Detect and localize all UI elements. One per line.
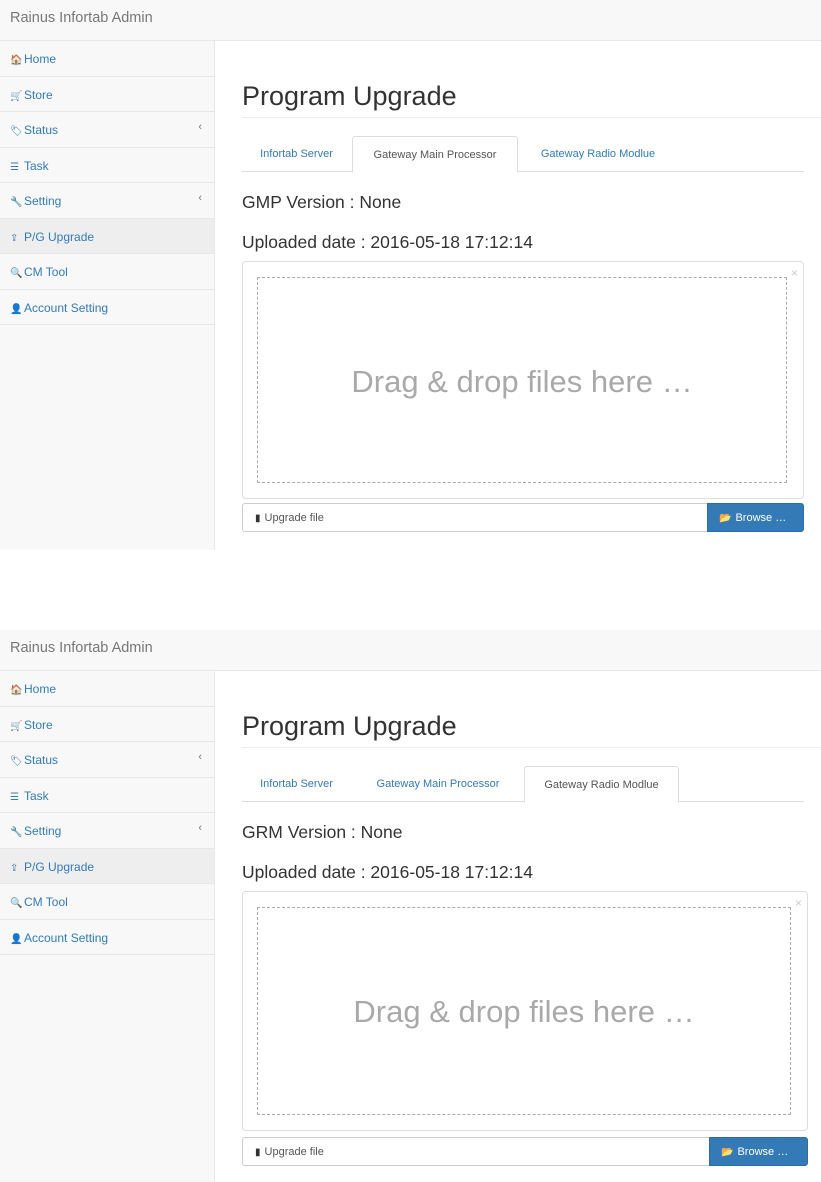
- file-drop-panel: Drag & drop files here … ×: [242, 891, 808, 1131]
- top-navbar: Rainus Infortab Admin: [0, 630, 821, 671]
- close-icon[interactable]: ×: [791, 266, 798, 280]
- wrench-icon: 🔧: [10, 197, 23, 208]
- sidebar-item-cm-tool[interactable]: 🔍 CM Tool: [0, 884, 214, 920]
- home-icon: 🏠: [10, 685, 23, 696]
- sidebar-item-label: Task: [24, 158, 49, 173]
- divider: [242, 117, 821, 118]
- folder-open-icon: 📂: [719, 513, 732, 524]
- brand-link[interactable]: Rainus Infortab Admin: [10, 640, 153, 656]
- tags-icon: 🏷: [10, 126, 23, 137]
- version-label: GRM Version : None: [242, 822, 403, 842]
- page-title: Program Upgrade: [242, 711, 457, 741]
- sidebar-item-label: Home: [24, 682, 57, 696]
- sidebar-item-pg-upgrade[interactable]: ⇪ P/G Upgrade: [0, 218, 214, 254]
- sidebar-item-label: Setting: [24, 194, 62, 208]
- sidebar-item-setting[interactable]: 🔧 Setting ‹: [0, 813, 214, 849]
- tags-icon: 🏷: [10, 756, 23, 767]
- drop-zone[interactable]: Drag & drop files here …: [257, 277, 787, 483]
- sidebar-item-store[interactable]: 🛒 Store: [0, 707, 214, 742]
- sidebar-item-label: Task: [24, 788, 49, 803]
- tab-gateway-radio-module[interactable]: Gateway Radio Modlue: [524, 766, 679, 803]
- cart-icon: 🛒: [10, 720, 23, 732]
- sidebar-item-task[interactable]: ☰ Task: [0, 148, 214, 183]
- chevron-left-icon: ‹: [198, 751, 202, 763]
- top-navbar: Rainus Infortab Admin: [0, 0, 821, 41]
- sidebar-item-home[interactable]: 🏠 Home: [0, 671, 214, 707]
- list-icon: ☰: [10, 161, 19, 173]
- file-icon: ▮: [255, 513, 261, 524]
- tab-infortab-server[interactable]: Infortab Server: [242, 136, 351, 172]
- divider: [242, 747, 821, 748]
- sidebar-item-label: Account Setting: [24, 930, 109, 945]
- upload-icon: ⇪: [10, 232, 19, 244]
- page-title: Program Upgrade: [242, 81, 457, 111]
- sidebar-item-store[interactable]: 🛒 Store: [0, 77, 214, 112]
- sidebar: 🏠 Home 🛒 Store 🏷Status ‹ ☰ Task 🔧 Setting ‹ ⇪ P…: [0, 41, 215, 550]
- sidebar-item-label: Account Setting: [24, 300, 109, 315]
- drop-zone-text: Drag & drop files here …: [351, 364, 693, 399]
- browse-button[interactable]: 📂 Browse …: [707, 503, 804, 532]
- sidebar-item-home[interactable]: 🏠 Home: [0, 41, 214, 77]
- upgrade-file-input[interactable]: ▮ Upgrade file: [242, 503, 707, 532]
- file-input-placeholder: Upgrade file: [264, 1146, 324, 1158]
- upload-icon: ⇪: [10, 862, 19, 874]
- sidebar-item-label: Status: [24, 123, 59, 137]
- browse-button-label: Browse …: [735, 512, 787, 524]
- sidebar-item-task[interactable]: ☰ Task: [0, 778, 214, 813]
- sidebar-item-account-setting[interactable]: 👤 Account Setting: [0, 290, 214, 325]
- tab-bar: Infortab Server Gateway Main Processor G…: [242, 766, 804, 803]
- screenshot-grm: Rainus Infortab Admin 🏠 Home 🛒 Store 🏷Stat…: [0, 630, 821, 1182]
- brand-link[interactable]: Rainus Infortab Admin: [10, 10, 153, 26]
- tab-bar: Infortab Server Gateway Main Processor G…: [242, 136, 804, 173]
- sidebar-item-label: Status: [24, 753, 59, 767]
- sidebar-item-status[interactable]: 🏷Status ‹: [0, 112, 214, 148]
- sidebar-item-label: P/G Upgrade: [24, 859, 95, 874]
- file-icon: ▮: [255, 1147, 261, 1158]
- close-icon[interactable]: ×: [795, 896, 802, 910]
- home-icon: 🏠: [10, 55, 23, 66]
- sidebar-item-label: Store: [24, 717, 53, 732]
- upgrade-file-input[interactable]: ▮ Upgrade file: [242, 1137, 709, 1166]
- tab-gateway-radio-module[interactable]: Gateway Radio Modlue: [520, 136, 676, 172]
- version-label: GMP Version : None: [242, 192, 402, 212]
- wrench-icon: 🔧: [10, 827, 23, 838]
- sidebar-item-label: CM Tool: [24, 265, 68, 279]
- chevron-left-icon: ‹: [198, 822, 202, 834]
- drop-zone-text: Drag & drop files here …: [353, 994, 695, 1029]
- sidebar-item-label: P/G Upgrade: [24, 229, 95, 244]
- sidebar-item-setting[interactable]: 🔧 Setting ‹: [0, 183, 214, 219]
- browse-button-label: Browse …: [737, 1146, 789, 1158]
- sidebar-item-account-setting[interactable]: 👤 Account Setting: [0, 920, 214, 955]
- tab-gateway-main-processor[interactable]: Gateway Main Processor: [354, 766, 522, 802]
- list-icon: ☰: [10, 791, 19, 803]
- sidebar-item-label: CM Tool: [24, 895, 68, 909]
- sidebar-item-label: Home: [24, 52, 57, 66]
- chevron-left-icon: ‹: [198, 192, 202, 204]
- chevron-left-icon: ‹: [198, 121, 202, 133]
- cart-icon: 🛒: [10, 90, 23, 102]
- user-icon: 👤: [10, 303, 23, 315]
- user-icon: 👤: [10, 933, 23, 945]
- drop-zone[interactable]: Drag & drop files here …: [257, 907, 791, 1115]
- sidebar-item-pg-upgrade[interactable]: ⇪ P/G Upgrade: [0, 848, 214, 884]
- sidebar-item-label: Store: [24, 87, 53, 102]
- uploaded-date-label: Uploaded date : 2016-05-18 17:12:14: [242, 232, 533, 252]
- tab-infortab-server[interactable]: Infortab Server: [242, 766, 351, 802]
- sidebar-item-label: Setting: [24, 824, 62, 838]
- file-input-placeholder: Upgrade file: [264, 512, 324, 524]
- folder-open-icon: 📂: [721, 1147, 734, 1158]
- sidebar-item-status[interactable]: 🏷Status ‹: [0, 742, 214, 778]
- tab-gateway-main-processor[interactable]: Gateway Main Processor: [352, 136, 518, 173]
- browse-button[interactable]: 📂 Browse …: [709, 1137, 808, 1166]
- sidebar-item-cm-tool[interactable]: 🔍 CM Tool: [0, 254, 214, 290]
- uploaded-date-label: Uploaded date : 2016-05-18 17:12:14: [242, 862, 533, 882]
- screenshot-gmp: Rainus Infortab Admin 🏠 Home 🛒 Store 🏷Stat…: [0, 0, 821, 550]
- search-icon: 🔍: [10, 268, 23, 279]
- file-drop-panel: Drag & drop files here … ×: [242, 261, 804, 499]
- search-icon: 🔍: [10, 898, 23, 909]
- sidebar: 🏠 Home 🛒 Store 🏷Status ‹ ☰ Task 🔧 Setting ‹ ⇪ P…: [0, 671, 215, 1182]
